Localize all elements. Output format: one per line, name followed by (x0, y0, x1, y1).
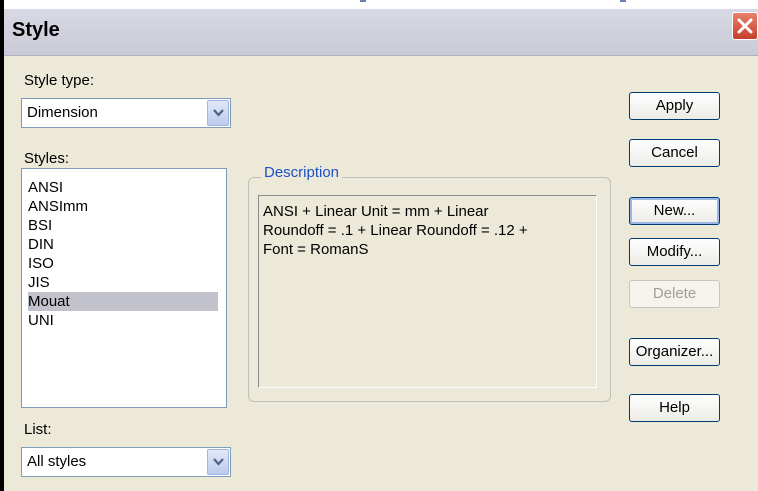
background-fragment (620, 0, 626, 2)
chevron-down-icon (213, 458, 224, 466)
list-item-selected[interactable]: Mouat (28, 292, 218, 311)
cancel-button[interactable]: Cancel (629, 139, 720, 167)
close-icon (737, 18, 753, 34)
styles-listbox[interactable]: ANSI ANSImm BSI DIN ISO JIS Mouat UNI (21, 168, 227, 408)
background-fragment (360, 0, 366, 2)
organizer-button[interactable]: Organizer... (629, 338, 720, 366)
list-item[interactable]: ISO (28, 254, 218, 273)
style-type-dropdown-button[interactable] (207, 100, 229, 126)
description-line: Roundoff = .1 + Linear Roundoff = .12 + (263, 222, 528, 239)
list-filter-dropdown[interactable]: All styles (21, 447, 231, 477)
close-button[interactable] (732, 12, 758, 40)
title-bar[interactable]: Style (4, 9, 758, 56)
list-item[interactable]: BSI (28, 216, 218, 235)
list-label: List: (24, 421, 52, 438)
window-title: Style (12, 19, 60, 41)
delete-button[interactable]: Delete (629, 280, 720, 308)
description-title: Description (261, 164, 343, 181)
background-window-strip (4, 0, 758, 9)
styles-label: Styles: (24, 150, 70, 167)
list-filter-dropdown-button[interactable] (207, 449, 229, 475)
description-line: Font = RomanS (263, 241, 369, 258)
style-type-label: Style type: (24, 72, 95, 89)
list-item[interactable]: JIS (28, 273, 218, 292)
description-line: ANSI + Linear Unit = mm + Linear (263, 203, 489, 220)
modify-button[interactable]: Modify... (629, 238, 720, 266)
style-type-dropdown[interactable]: Dimension (21, 98, 231, 128)
list-item[interactable]: ANSImm (28, 197, 218, 216)
help-button[interactable]: Help (629, 394, 720, 422)
chevron-down-icon (213, 109, 224, 117)
description-box: ANSI + Linear Unit = mm + Linear Roundof… (258, 195, 597, 388)
description-text: ANSI + Linear Unit = mm + Linear Roundof… (263, 202, 588, 259)
list-item[interactable]: DIN (28, 235, 218, 254)
style-type-value: Dimension (27, 104, 98, 121)
list-item[interactable]: ANSI (28, 178, 218, 197)
list-item[interactable]: UNI (28, 311, 218, 330)
new-button[interactable]: New... (629, 197, 720, 225)
apply-button[interactable]: Apply (629, 92, 720, 120)
list-filter-value: All styles (27, 453, 87, 470)
